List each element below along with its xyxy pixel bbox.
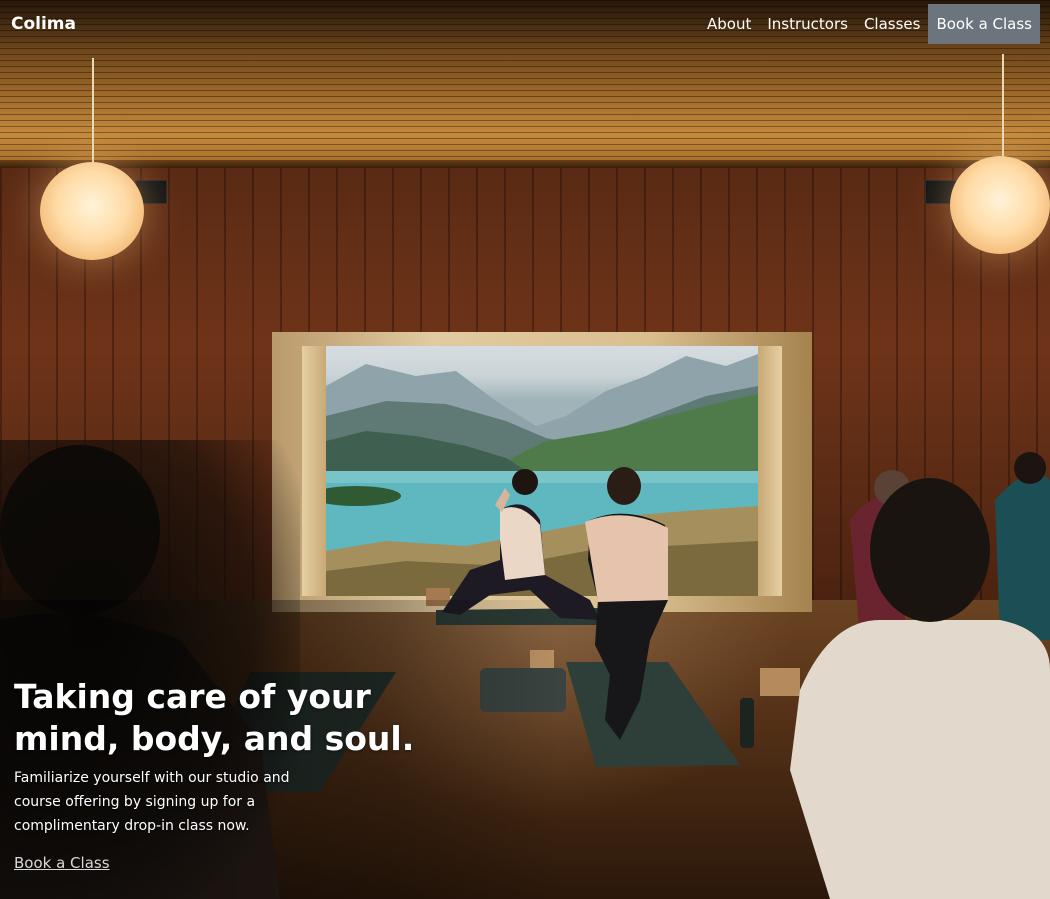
pendant-lamp-right [950,156,1050,254]
nav-links: About Instructors Classes Book a Class [699,4,1040,44]
nav-link-about[interactable]: About [699,4,759,44]
book-class-nav-button[interactable]: Book a Class [928,4,1040,44]
lamp-cord-left [92,58,94,166]
hero-subtitle: Familiarize yourself with our studio and… [14,770,290,834]
lamp-cord-right [1002,54,1004,158]
nav-link-instructors[interactable]: Instructors [759,4,856,44]
pendant-lamp-left [40,162,144,260]
nav-link-classes[interactable]: Classes [856,4,929,44]
hero-section: Colima About Instructors Classes Book a … [0,0,1050,899]
hero-title: Taking care of your mind, body, and soul… [14,677,415,758]
hero-copy: Taking care of your mind, body, and soul… [14,676,434,872]
navbar: Colima About Instructors Classes Book a … [0,0,1050,48]
brand-logo[interactable]: Colima [11,14,76,34]
book-class-link[interactable]: Book a Class [14,854,110,872]
